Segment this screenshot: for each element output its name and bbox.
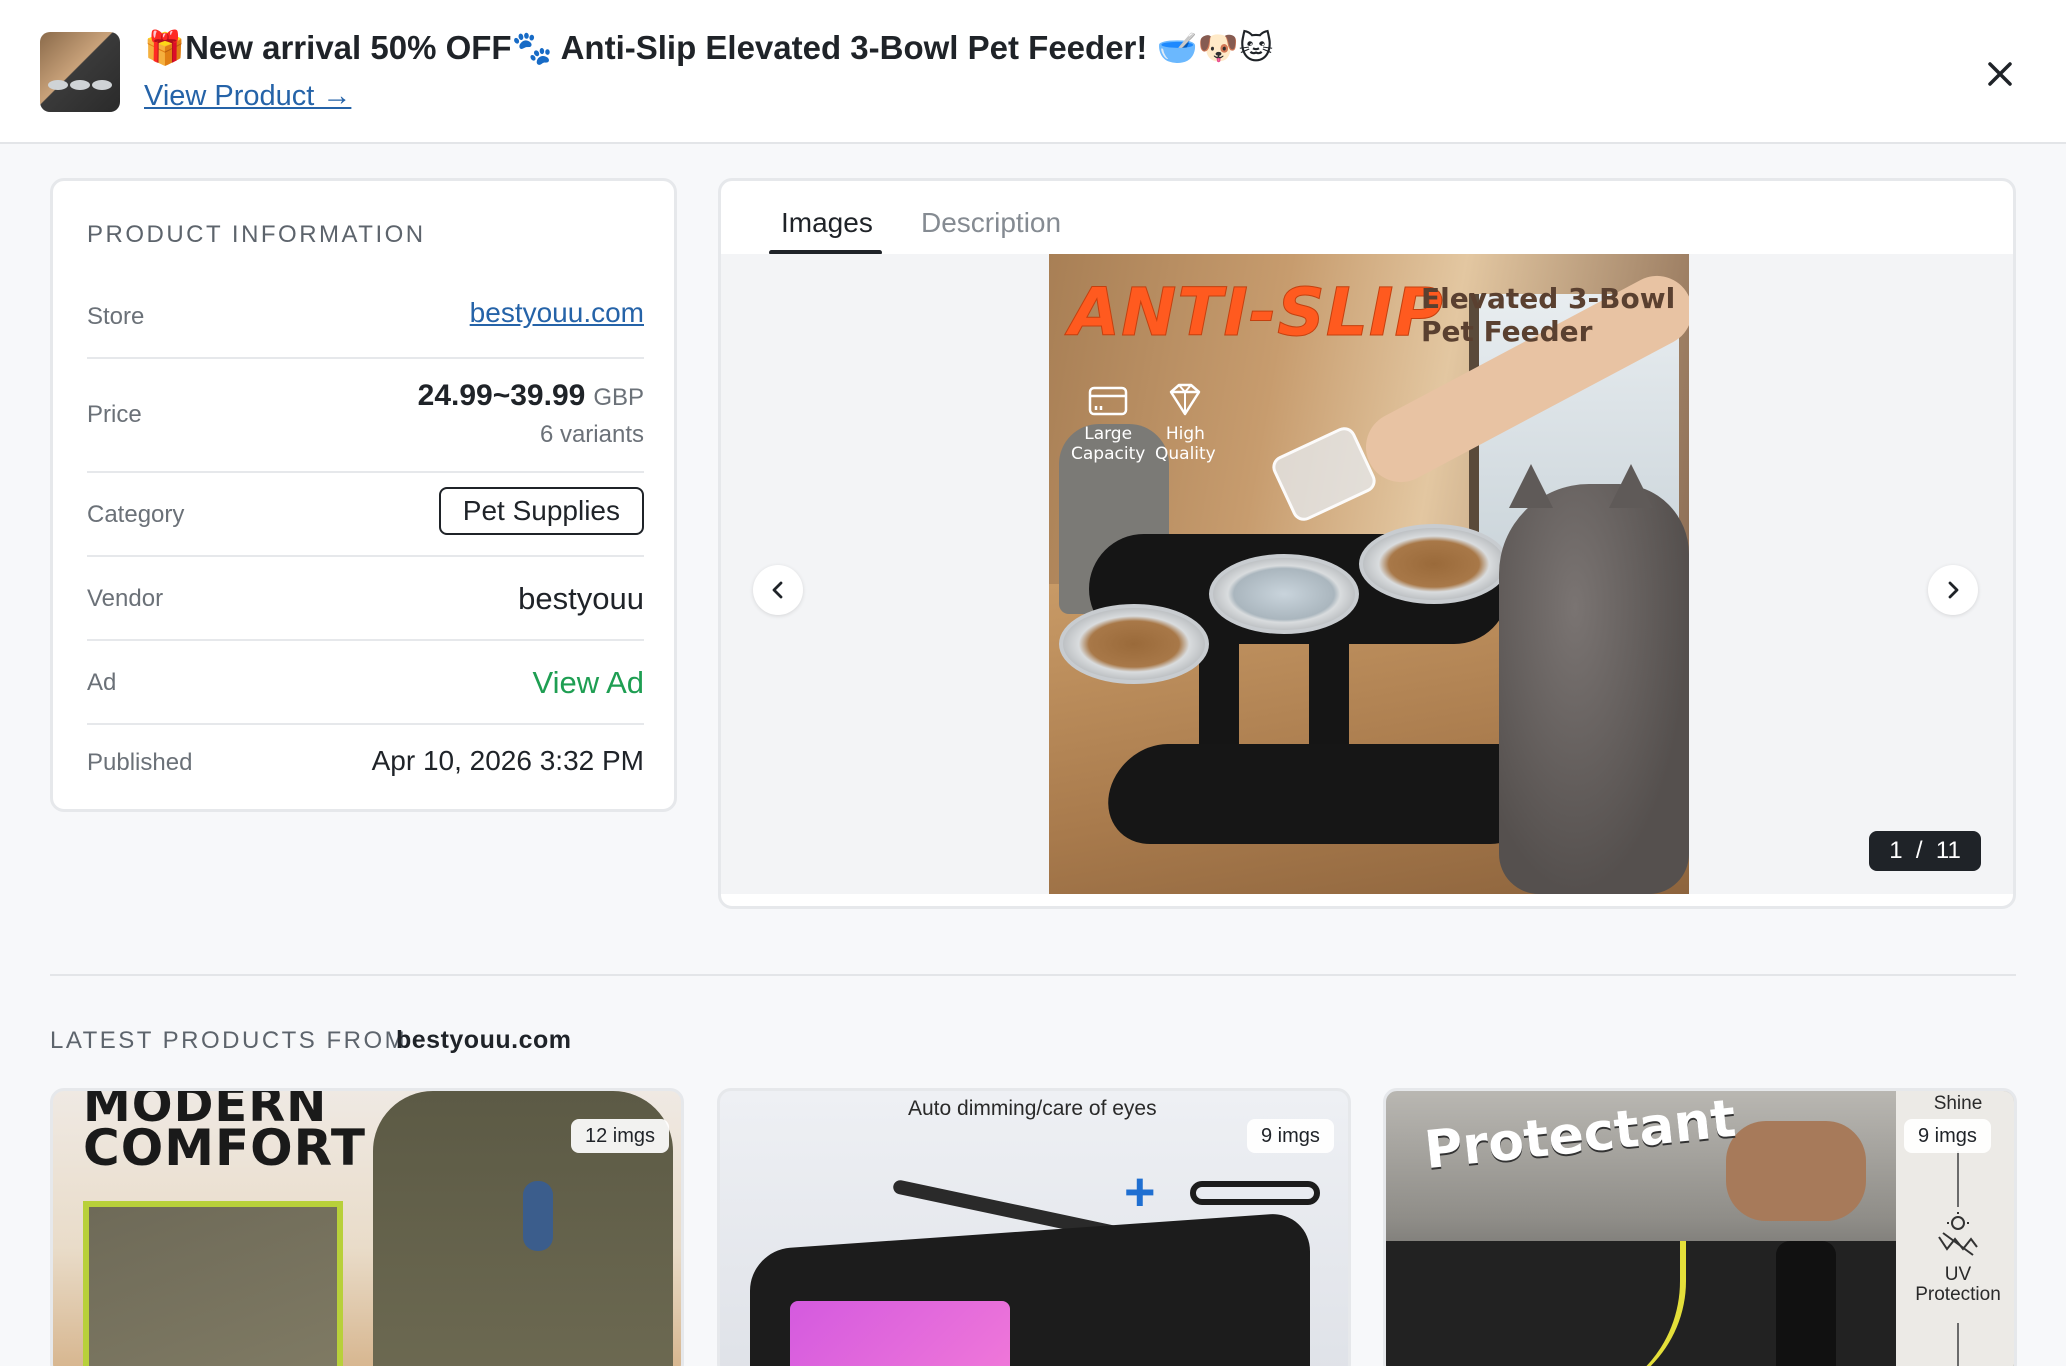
feature1-line2: Capacity: [1071, 444, 1146, 464]
ad-row: Ad View Ad: [87, 641, 644, 725]
price-row: Price 24.99~39.99 GBP 6 variants: [87, 359, 644, 473]
chevron-left-icon: [772, 581, 783, 599]
feature2-line2: Quality: [1155, 444, 1216, 464]
card-spray-bottle: [1776, 1241, 1836, 1366]
card-feature-bottom-line2: Protection: [1915, 1284, 2001, 1305]
view-product-link[interactable]: View Product →: [144, 80, 351, 113]
product-information-card: PRODUCT INFORMATION Store bestyouu.com P…: [50, 178, 677, 812]
feature-divider: [1957, 1151, 1959, 1207]
section-divider: [50, 974, 2016, 976]
card-heading-bottom: COMFORT: [83, 1119, 366, 1177]
image-cat-ear: [1609, 464, 1653, 508]
ad-label: Ad: [87, 669, 117, 696]
feature-divider: [1957, 1323, 1959, 1366]
image-counter: 1 / 11: [1869, 831, 1981, 871]
bowl-icon: [1088, 386, 1128, 416]
published-row: Published Apr 10, 2026 3:32 PM: [87, 725, 644, 795]
vendor-label: Vendor: [87, 585, 164, 612]
view-ad-link[interactable]: View Ad: [533, 665, 644, 701]
card-caption: Auto dimming/care of eyes: [908, 1097, 1157, 1120]
product-card[interactable]: Protectant Shine UV Protection 9 imgs: [1383, 1088, 2017, 1366]
card-goggle-lens: [790, 1301, 1010, 1366]
card-inset-photo: [83, 1201, 343, 1366]
price-value-wrap: 24.99~39.99 GBP: [418, 379, 644, 413]
card-strap: [1190, 1181, 1320, 1205]
feature2-line1: High: [1165, 424, 1205, 444]
image-stage: ANTI-SLIP Elevated 3-Bowl Pet Feeder Lar…: [721, 254, 2013, 894]
image-cat-ear: [1509, 464, 1553, 508]
gallery-card: Images Description ANTI-SLIP Elevated 3-…: [718, 178, 2016, 909]
image-count-badge: 9 imgs: [1904, 1119, 1991, 1153]
vendor-row: Vendor bestyouu: [87, 557, 644, 641]
feature-large-capacity: Large Capacity: [1071, 382, 1145, 464]
card-heading: Protectant: [1421, 1088, 1739, 1182]
card-shine-streak: [1546, 1241, 1686, 1366]
category-row: Category Pet Supplies: [87, 473, 644, 557]
store-row: Store bestyouu.com: [87, 277, 644, 359]
tab-description[interactable]: Description: [921, 207, 1061, 239]
published-value: Apr 10, 2026 3:32 PM: [371, 745, 644, 776]
latest-products-label: LATEST PRODUCTS FROM: [50, 1027, 408, 1054]
diamond-icon: [1170, 383, 1201, 416]
product-card[interactable]: Auto dimming/care of eyes + 9 imgs: [717, 1088, 1351, 1366]
category-label: Category: [87, 501, 185, 528]
image-bowl: [1359, 524, 1509, 604]
section-title: PRODUCT INFORMATION: [87, 221, 426, 248]
feature1-line1: Large: [1084, 424, 1133, 444]
image-count-badge: 9 imgs: [1247, 1119, 1334, 1153]
card-feature-bottom-line1: UV: [1944, 1264, 1972, 1285]
category-pill[interactable]: Pet Supplies: [438, 487, 644, 535]
image-subtitle-line2: Pet Feeder: [1421, 315, 1593, 348]
product-card[interactable]: MODERN COMFORT 12 imgs: [50, 1088, 684, 1366]
modal-header: 🎁New arrival 50% OFF🐾 Anti-Slip Elevated…: [0, 0, 2066, 144]
latest-products-store: bestyouu.com: [396, 1026, 572, 1054]
image-feeder-base: [1100, 744, 1558, 844]
close-button[interactable]: [1978, 52, 2022, 96]
image-bowl: [1209, 554, 1359, 634]
plus-icon: +: [1124, 1162, 1156, 1222]
tab-images[interactable]: Images: [781, 207, 873, 239]
price-currency: GBP: [593, 384, 644, 411]
card-sunglasses: [523, 1181, 553, 1251]
variants-count: 6 variants: [539, 421, 644, 448]
card-feature-top: Shine: [1933, 1093, 1983, 1114]
product-thumbnail[interactable]: [40, 32, 120, 112]
next-image-button[interactable]: [1928, 565, 1978, 615]
close-icon: [1988, 62, 2012, 86]
thumb-bowl: [70, 80, 90, 90]
store-label: Store: [87, 303, 145, 330]
sun-icon: [1938, 1212, 1978, 1256]
price-label: Price: [87, 401, 142, 428]
feature-high-quality: High Quality: [1155, 382, 1216, 464]
image-feeder-leg: [1309, 624, 1349, 764]
image-cat: [1499, 484, 1689, 894]
vendor-value: bestyouu: [518, 581, 644, 616]
card-feature-bottom: UV Protection: [1896, 1264, 2014, 1305]
thumb-bowl: [92, 80, 112, 90]
card-hand: [1726, 1121, 1866, 1221]
product-image[interactable]: ANTI-SLIP Elevated 3-Bowl Pet Feeder Lar…: [1049, 254, 1689, 894]
published-label: Published: [87, 749, 193, 776]
image-subtitle-line1: Elevated 3-Bowl: [1421, 282, 1676, 315]
store-link[interactable]: bestyouu.com: [470, 297, 644, 329]
price-value: 24.99~39.99: [417, 379, 586, 412]
image-headline: ANTI-SLIP: [1069, 274, 1444, 352]
thumb-bowl: [48, 80, 68, 90]
category-pill-wrap: Pet Supplies: [438, 487, 644, 535]
image-bowl: [1059, 604, 1209, 684]
image-subtitle: Elevated 3-Bowl Pet Feeder: [1421, 282, 1675, 348]
previous-image-button[interactable]: [753, 565, 803, 615]
image-count-badge: 12 imgs: [571, 1119, 670, 1153]
product-title: 🎁New arrival 50% OFF🐾 Anti-Slip Elevated…: [144, 29, 1274, 66]
chevron-right-icon: [1948, 581, 1959, 599]
